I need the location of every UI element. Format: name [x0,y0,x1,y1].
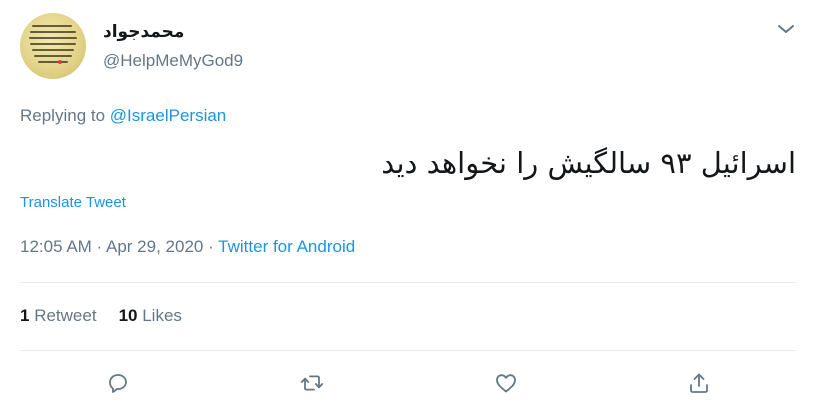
meta-separator: · [203,237,219,256]
retweets-stat[interactable]: 1 Retweet [20,306,97,325]
retweet-button[interactable] [297,368,327,398]
chevron-down-icon[interactable] [776,22,796,36]
share-icon [690,373,708,393]
retweets-label: Retweet [29,306,97,325]
meta-separator: · [91,237,106,256]
retweet-icon [300,375,324,391]
divider [20,350,796,351]
tweet-date[interactable]: Apr 29, 2020 [106,237,203,256]
reply-icon [109,374,127,393]
tweet-meta: 12:05 AM · Apr 29, 2020 · Twitter for An… [20,237,355,257]
heart-icon [496,374,516,393]
replying-to-prefix: Replying to [20,106,110,125]
reply-mention-link[interactable]: @IsraelPersian [110,106,226,125]
tweet-time[interactable]: 12:05 AM [20,237,92,256]
divider [20,282,796,283]
action-bar [0,368,816,398]
tweet-stats: 1 Retweet 10 Likes [20,306,182,326]
avatar-image [29,25,77,64]
tweet-card: محمدجواد @HelpMeMyGod9 Replying to @Isra… [0,0,816,416]
likes-stat[interactable]: 10 Likes [119,306,182,325]
likes-label: Likes [137,306,182,325]
replying-to: Replying to @IsraelPersian [20,106,226,126]
display-name[interactable]: محمدجواد [103,22,184,42]
like-button[interactable] [491,368,521,398]
likes-count: 10 [118,306,138,325]
share-button[interactable] [684,368,714,398]
tweet-text: اسرائیل ۹۳ سالگیش را نخواهد دید [381,146,796,180]
tweet-source-link[interactable]: Twitter for Android [218,237,355,256]
user-handle[interactable]: @HelpMeMyGod9 [103,51,243,71]
reply-button[interactable] [103,368,133,398]
avatar[interactable] [20,13,86,79]
translate-tweet-link[interactable]: Translate Tweet [20,194,126,211]
